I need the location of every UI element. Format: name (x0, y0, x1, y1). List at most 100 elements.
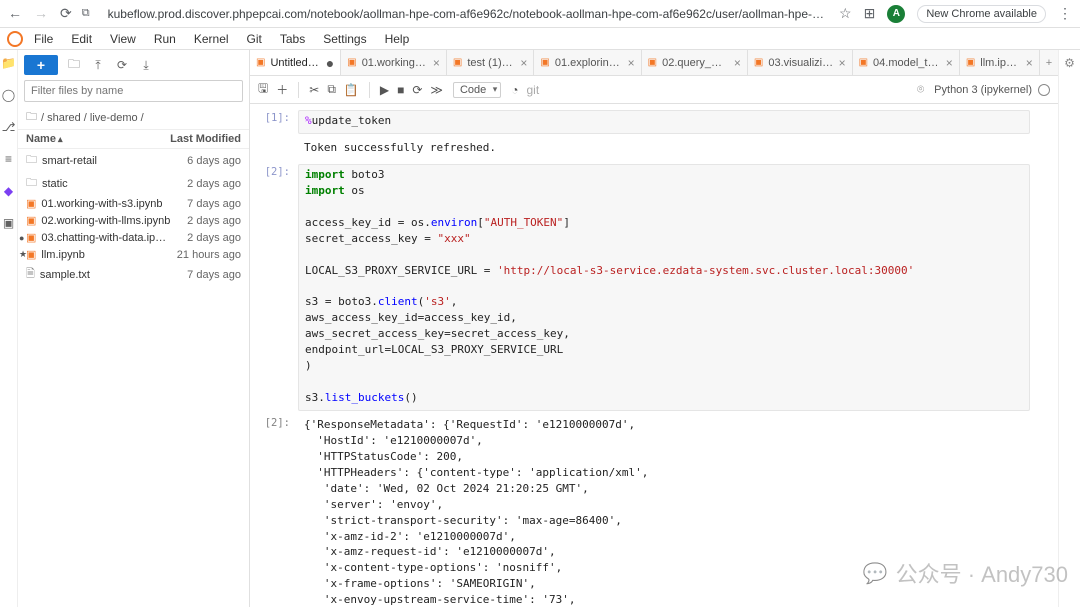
new-chrome-button[interactable]: New Chrome available (917, 5, 1046, 23)
close-icon[interactable]: × (433, 56, 440, 70)
paste-icon[interactable]: 📋 (344, 83, 359, 97)
back-icon[interactable]: ← (8, 5, 22, 22)
output-cell: Token successfully refreshed. (250, 136, 1058, 162)
close-icon[interactable]: × (628, 56, 635, 70)
close-icon[interactable]: × (520, 56, 527, 70)
tab-label: 03.visualizing_da (768, 57, 833, 69)
output-cell: [2]: {'ResponseMetadata': {'RequestId': … (250, 413, 1058, 607)
copy-icon[interactable]: ⧉ (327, 82, 336, 97)
tab-label: llm.ipynb (980, 57, 1021, 69)
clock-icon[interactable]: ◔ (511, 83, 518, 97)
git-pull-icon[interactable]: ⤓ (138, 58, 154, 73)
git-tab-icon[interactable]: ⎇ (2, 120, 16, 134)
refresh-icon[interactable]: ⟳ (114, 58, 130, 72)
tab[interactable]: ▣ Untitled.ipynb ● (250, 50, 341, 75)
tab[interactable]: ▣03.visualizing_da× (748, 50, 853, 75)
property-inspector-icon[interactable]: ⚙ (1064, 56, 1075, 70)
file-list: 🗀smart-retail6 days ago🗀static2 days ago… (18, 149, 249, 607)
file-row[interactable]: ▣01.working-with-s3.ipynb7 days ago (18, 195, 249, 212)
run-icon[interactable]: ▶ (380, 83, 389, 97)
file-modified: 6 days ago (187, 155, 241, 167)
profile-avatar[interactable]: A (887, 5, 905, 23)
kernel-name[interactable]: Python 3 (ipykernel) (934, 84, 1032, 96)
new-launcher-button[interactable]: + (24, 55, 58, 75)
menu-run[interactable]: Run (146, 30, 184, 48)
sort-icon[interactable]: ▴ (58, 134, 63, 145)
restart-run-icon[interactable]: ≫ (430, 83, 443, 97)
file-row[interactable]: 🗀smart-retail6 days ago (18, 149, 249, 172)
file-name: smart-retail (42, 155, 97, 167)
breadcrumb-path: / shared / live-demo / (41, 112, 144, 124)
menu-file[interactable]: File (26, 30, 61, 48)
close-icon[interactable]: × (1026, 56, 1033, 70)
file-name: 02.working-with-llms.ipynb (41, 215, 170, 227)
menu-edit[interactable]: Edit (63, 30, 100, 48)
notebook-icon: ▣ (26, 248, 36, 261)
extension2-tab-icon[interactable]: ▣ (2, 216, 16, 230)
file-row[interactable]: ●▣03.chatting-with-data.ipynb2 days ago (18, 229, 249, 246)
stop-icon[interactable]: ■ (397, 83, 404, 97)
filebrowser-tab-icon[interactable]: 📁 (2, 56, 16, 70)
extension-tab-icon[interactable]: ◆ (2, 184, 16, 198)
reload-icon[interactable]: ⟳ (60, 5, 72, 22)
file-row[interactable]: 🗎sample.txt7 days ago (18, 263, 249, 286)
code-cell[interactable]: [1]: %update_token (250, 108, 1058, 136)
running-tab-icon[interactable]: ◯ (2, 88, 16, 102)
toc-tab-icon[interactable]: ≡ (2, 152, 16, 166)
menu-view[interactable]: View (102, 30, 144, 48)
menu-kernel[interactable]: Kernel (186, 30, 237, 48)
tab-label: Untitled.ipynb (270, 57, 320, 69)
breadcrumb[interactable]: 🗀 / shared / live-demo / (18, 106, 249, 130)
tab[interactable]: ▣01.working-with-s× (341, 50, 447, 75)
header-name[interactable]: Name (26, 133, 56, 145)
activity-bar: 📁 ◯ ⎇ ≡ ◆ ▣ (0, 50, 18, 607)
tab[interactable]: ▣04.model_training× (853, 50, 960, 75)
tab-label: 01.exploring_data (555, 57, 623, 69)
folder-icon: 🗀 (26, 108, 37, 127)
new-folder-icon[interactable]: 🗀 (66, 55, 82, 76)
extensions-icon[interactable]: ⊞ (864, 5, 876, 22)
menu-git[interactable]: Git (239, 30, 270, 48)
close-icon[interactable]: × (734, 56, 741, 70)
trusted-icon[interactable]: ⌾ (917, 82, 924, 97)
save-icon[interactable]: 🖫 (258, 79, 268, 100)
notebook-icon: ▣ (256, 57, 265, 68)
bookmark-icon[interactable]: ☆ (839, 5, 852, 22)
upload-icon[interactable]: ⤒ (90, 58, 106, 73)
celltype-select[interactable]: Code (453, 82, 501, 98)
notebook-body[interactable]: [1]: %update_token Token successfully re… (250, 104, 1058, 607)
tab[interactable]: ▣02.query_with_ez× (642, 50, 748, 75)
notebook-icon: ▣ (540, 57, 549, 68)
menu-settings[interactable]: Settings (315, 30, 374, 48)
file-name: 03.chatting-with-data.ipynb (41, 232, 171, 244)
header-modified[interactable]: Last Modified (170, 133, 241, 145)
tab[interactable]: ▣test (1).ipynb× (447, 50, 535, 75)
site-info-icon[interactable]: ⧉ (82, 7, 90, 20)
browser-menu-icon[interactable]: ⋮ (1058, 5, 1072, 22)
close-icon[interactable]: × (946, 56, 953, 70)
file-modified: 2 days ago (187, 232, 241, 244)
address-bar[interactable]: kubeflow.prod.discover.phpepcai.com/note… (104, 7, 829, 21)
git-icon[interactable]: git (527, 83, 540, 97)
tab[interactable]: ▣llm.ipynb× (960, 50, 1040, 75)
file-row[interactable]: 🗀static2 days ago (18, 172, 249, 195)
new-tab-button[interactable]: + (1040, 50, 1058, 75)
dirty-indicator-icon: ● (326, 56, 334, 70)
notebook-icon: ▣ (648, 57, 657, 68)
file-row[interactable]: ▣02.working-with-llms.ipynb2 days ago (18, 212, 249, 229)
tab-label: 04.model_training (873, 57, 941, 69)
close-icon[interactable]: × (839, 56, 846, 70)
forward-icon[interactable]: → (34, 5, 48, 22)
notebook-icon: ▣ (26, 214, 36, 227)
code-cell[interactable]: [2]: import boto3 import os access_key_i… (250, 162, 1058, 413)
file-row[interactable]: ★▣llm.ipynb21 hours ago (18, 246, 249, 263)
cut-icon[interactable]: ✂ (309, 83, 319, 97)
kernel-status-icon[interactable] (1038, 84, 1050, 96)
tab[interactable]: ▣ 01.exploring_data × (534, 50, 641, 75)
menu-tabs[interactable]: Tabs (272, 30, 313, 48)
filter-input[interactable] (24, 80, 243, 102)
tab-bar: ▣ Untitled.ipynb ● ▣01.working-with-s×▣test… (250, 50, 1058, 76)
menu-help[interactable]: Help (377, 30, 418, 48)
add-cell-icon[interactable]: ＋ (276, 81, 288, 98)
restart-icon[interactable]: ⟳ (412, 83, 422, 97)
